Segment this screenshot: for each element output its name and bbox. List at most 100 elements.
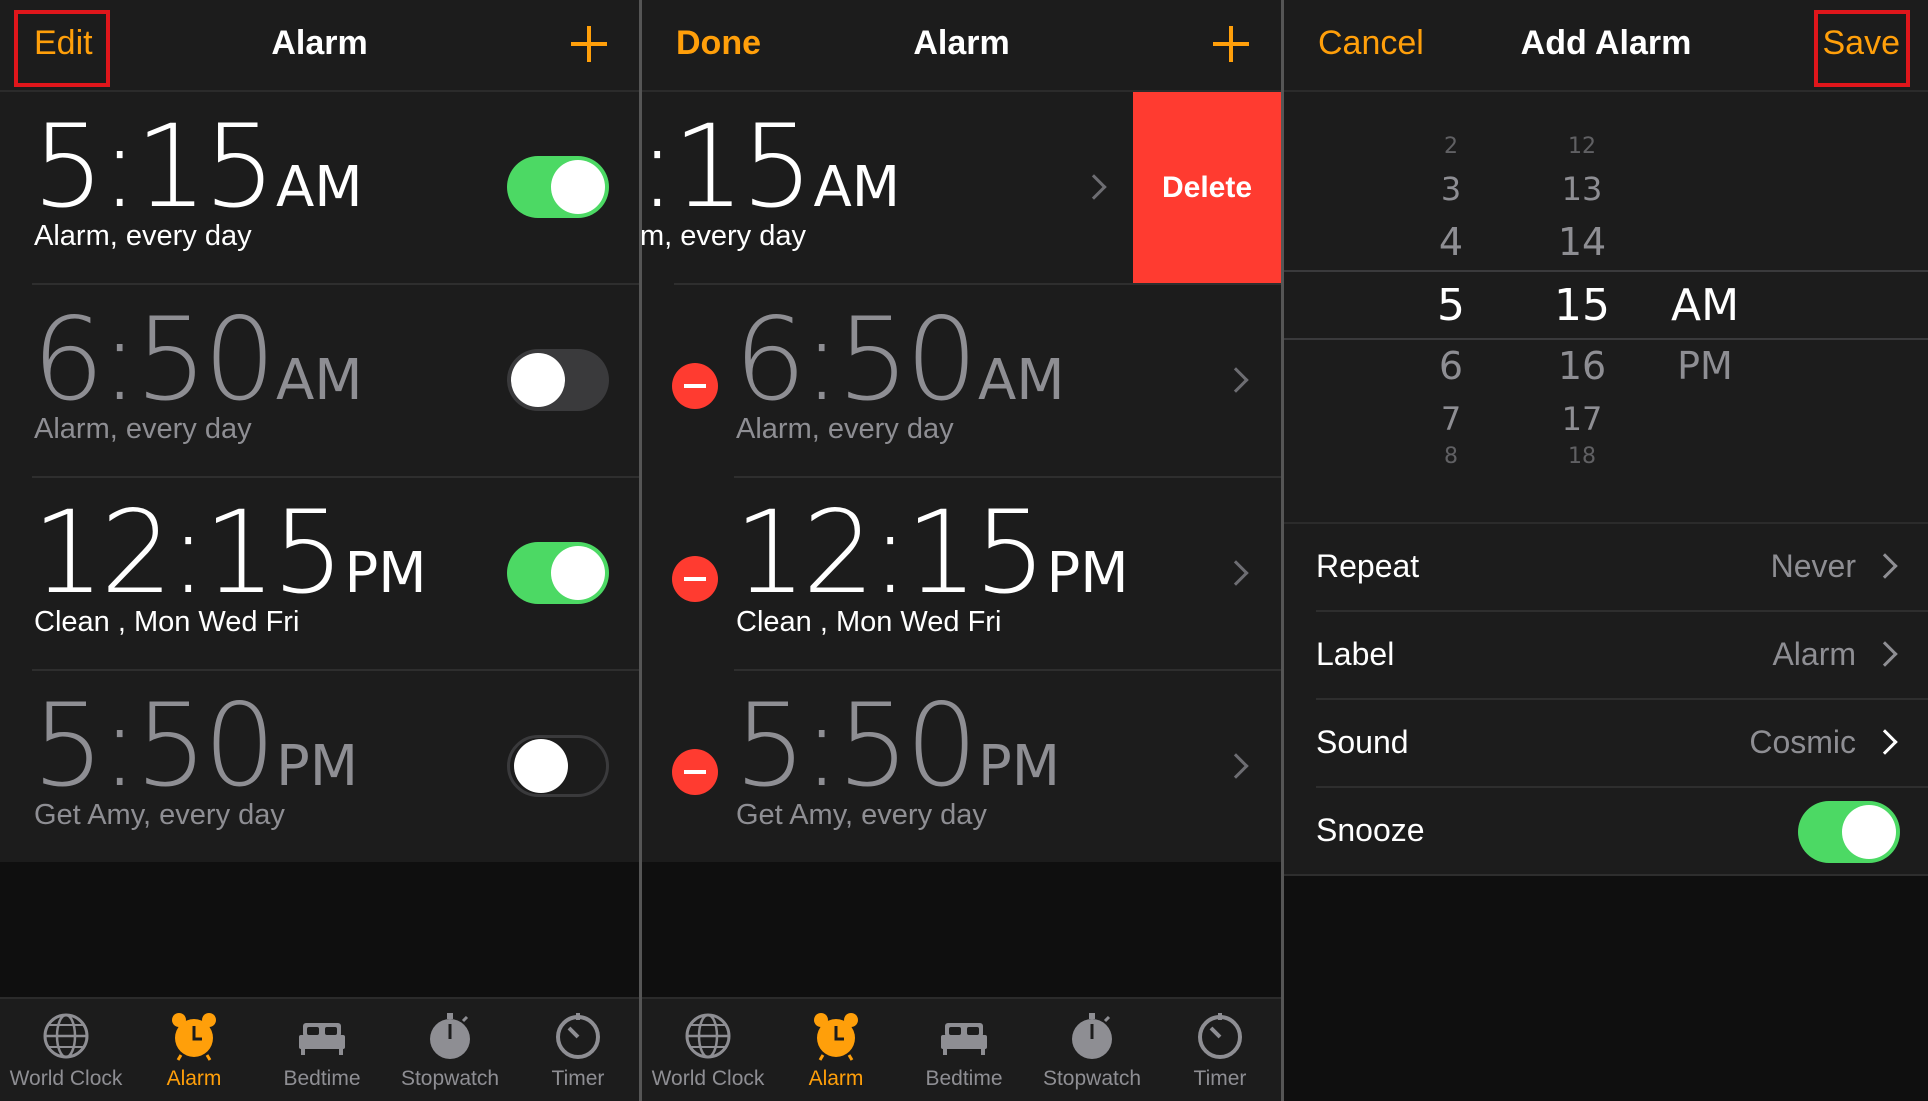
tab-timer[interactable]: Timer (1156, 999, 1281, 1101)
alarm-toggle[interactable] (507, 349, 609, 411)
alarm-toggle[interactable] (507, 735, 609, 797)
alarm-toggle[interactable] (507, 156, 609, 218)
tab-label: Alarm (808, 1067, 864, 1090)
toggle-knob (514, 739, 568, 793)
alarm-toggle[interactable] (507, 542, 609, 604)
alarm-ampm: AM (276, 348, 363, 413)
done-button[interactable]: Done (676, 24, 761, 63)
picker-hour: 7 (1440, 400, 1462, 438)
toggle-knob (511, 353, 565, 407)
alarm-row[interactable]: 6:50AM Alarm, every day (642, 285, 1281, 478)
tab-world-clock[interactable]: World Clock (644, 999, 772, 1101)
alarm-ampm: AM (276, 155, 363, 220)
chevron-right-icon (1081, 174, 1107, 200)
alarm-label: Get Amy, every day (736, 799, 987, 831)
add-alarm-panel: Cancel Add Alarm Save 2 3 4 5 6 7 8 12 1… (1284, 0, 1928, 1101)
tab-alarm[interactable]: Alarm (130, 999, 258, 1101)
alarm-ampm: PM (1046, 541, 1129, 606)
tab-bedtime[interactable]: Bedtime (900, 999, 1028, 1101)
picker-hour: 4 (1438, 220, 1464, 264)
alarm-clock-icon (172, 1013, 216, 1061)
label-row[interactable]: Label Alarm (1284, 612, 1928, 700)
chevron-right-icon (1872, 553, 1898, 579)
alarm-row[interactable]: 5:15AM Alarm, every day (0, 92, 639, 285)
alarm-list-panel: Edit Alarm 5:15AM Alarm, every day 6:50A… (0, 0, 642, 1101)
swiped-alarm-row[interactable]: :15AM m, every day Delete (642, 92, 1281, 285)
setting-label: Repeat (1316, 548, 1420, 584)
time-picker[interactable]: 2 3 4 5 6 7 8 12 13 14 15 16 17 18 AM PM (1284, 92, 1928, 522)
snooze-toggle[interactable] (1798, 801, 1900, 863)
nav-bar: Done Alarm (642, 0, 1281, 92)
alarm-row[interactable]: 5:50PM Get Amy, every day (0, 671, 639, 864)
alarm-row[interactable]: 12:15PM Clean , Mon Wed Fri (0, 478, 639, 671)
add-alarm-icon[interactable] (569, 24, 609, 64)
picker-period-selected: AM (1670, 280, 1740, 331)
tab-stopwatch[interactable]: Stopwatch (386, 999, 514, 1101)
highlight-box (1814, 10, 1910, 87)
tab-world-clock[interactable]: World Clock (2, 999, 130, 1101)
picker-hour: 3 (1440, 170, 1462, 208)
add-alarm-icon[interactable] (1211, 24, 1251, 64)
picker-minute: 16 (1557, 344, 1607, 388)
setting-label: Snooze (1316, 812, 1425, 848)
alarm-time: 12:15 (32, 486, 345, 619)
bed-icon (299, 1023, 345, 1055)
delete-minus-icon[interactable] (672, 363, 718, 409)
tab-stopwatch[interactable]: Stopwatch (1028, 999, 1156, 1101)
picker-hour: 8 (1444, 444, 1458, 469)
bed-icon (941, 1023, 987, 1055)
picker-hour-selected: 5 (1437, 280, 1465, 331)
alarm-list: :15AM m, every day Delete 6:50AM Alarm, … (642, 92, 1281, 864)
tab-bar: World Clock Alarm Bedtime Stopwatch Time… (0, 997, 639, 1101)
picker-minute: 12 (1568, 134, 1596, 159)
setting-value: Alarm (1772, 636, 1856, 672)
alarm-label: Clean , Mon Wed Fri (34, 606, 300, 638)
picker-minute-selected: 15 (1554, 280, 1610, 331)
alarm-label: Get Amy, every day (34, 799, 285, 831)
alarm-time: 5:50 (734, 679, 978, 812)
alarm-time: 6:50 (734, 293, 978, 426)
highlight-box (14, 10, 110, 87)
picker-minute: 17 (1561, 400, 1603, 438)
cancel-button[interactable]: Cancel (1318, 24, 1424, 63)
globe-icon (685, 1013, 731, 1059)
tab-label: Stopwatch (1042, 1067, 1142, 1090)
alarm-time: 5:50 (32, 679, 276, 812)
picker-minute: 18 (1568, 444, 1596, 469)
tab-alarm[interactable]: Alarm (772, 999, 900, 1101)
nav-bar: Edit Alarm (0, 0, 639, 92)
tab-label: Stopwatch (400, 1067, 500, 1090)
stopwatch-icon (1072, 1013, 1112, 1059)
timer-icon (556, 1013, 600, 1059)
tab-bar: World Clock Alarm Bedtime Stopwatch Time… (642, 997, 1281, 1101)
chevron-right-icon (1872, 641, 1898, 667)
setting-value: Cosmic (1749, 724, 1856, 760)
alarm-row[interactable]: 12:15PM Clean , Mon Wed Fri (642, 478, 1281, 671)
toggle-knob (1842, 805, 1896, 859)
alarm-clock-icon (814, 1013, 858, 1061)
tab-timer[interactable]: Timer (514, 999, 639, 1101)
picker-hour: 2 (1444, 134, 1458, 159)
alarm-time: 6:50 (32, 293, 276, 426)
alarm-label: Alarm, every day (736, 413, 954, 445)
sound-row[interactable]: Sound Cosmic (1284, 700, 1928, 788)
globe-icon (43, 1013, 89, 1059)
divider (1284, 874, 1928, 876)
setting-value: Never (1770, 548, 1856, 584)
tab-label: Timer (551, 1067, 605, 1090)
picker-minute: 14 (1557, 220, 1607, 264)
tab-label: Bedtime (925, 1067, 1003, 1090)
repeat-row[interactable]: Repeat Never (1284, 524, 1928, 612)
delete-button[interactable]: Delete (1133, 92, 1281, 283)
alarm-row[interactable]: 6:50AM Alarm, every day (0, 285, 639, 478)
stopwatch-icon (430, 1013, 470, 1059)
delete-minus-icon[interactable] (672, 749, 718, 795)
alarm-ampm: AM (813, 155, 901, 220)
tab-bedtime[interactable]: Bedtime (258, 999, 386, 1101)
tab-label: World Clock (9, 1067, 123, 1090)
tab-label: Timer (1193, 1067, 1247, 1090)
delete-minus-icon[interactable] (672, 556, 718, 602)
alarm-time: :15 (642, 100, 813, 233)
setting-label: Sound (1316, 724, 1409, 760)
alarm-row[interactable]: 5:50PM Get Amy, every day (642, 671, 1281, 864)
